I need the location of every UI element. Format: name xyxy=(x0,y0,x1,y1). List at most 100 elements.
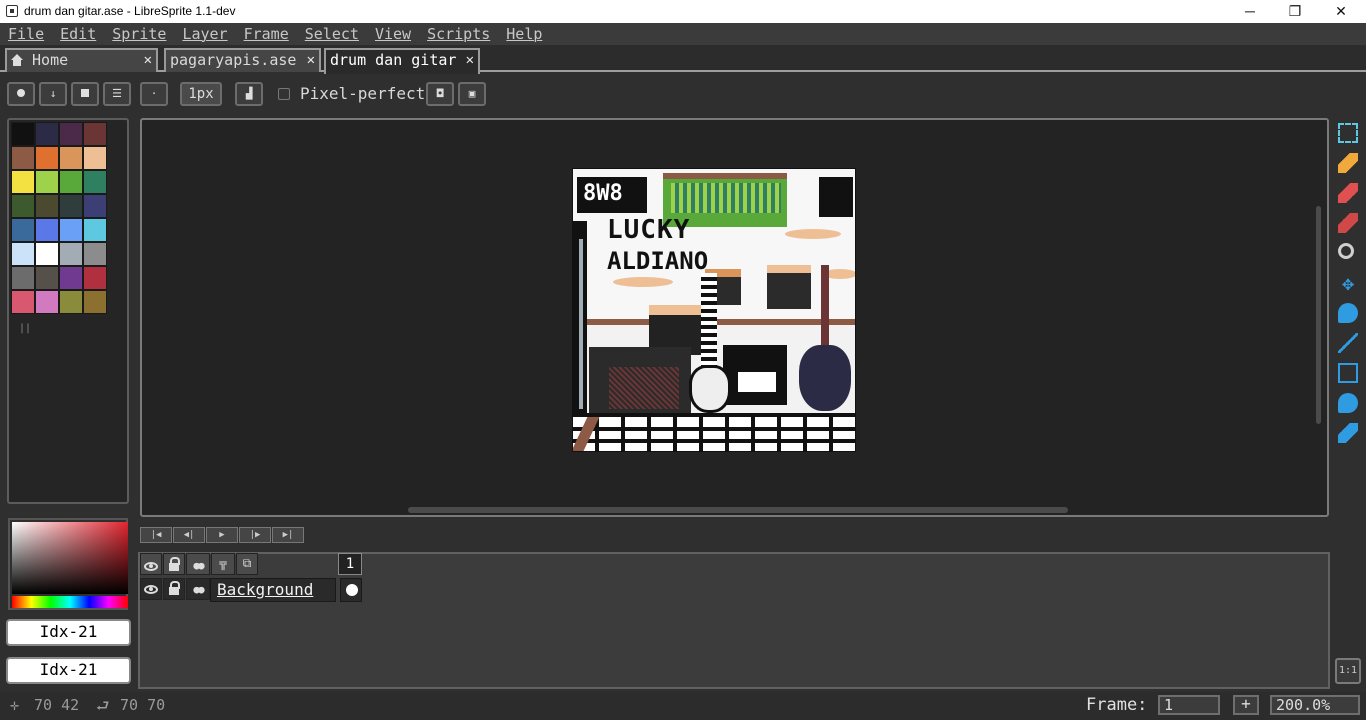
palette-swatch[interactable] xyxy=(83,242,107,266)
layer-link-header[interactable]: ⧉ xyxy=(236,553,258,575)
lock-header[interactable] xyxy=(163,553,185,575)
palette-swatch[interactable] xyxy=(83,218,107,242)
maximize-button[interactable]: ❐ xyxy=(1272,0,1318,23)
tool-eyedropper[interactable] xyxy=(1333,208,1363,238)
palette-swatch[interactable] xyxy=(83,122,107,146)
background-color-button[interactable]: Idx-21 xyxy=(6,657,131,684)
brush-square-button[interactable] xyxy=(71,82,99,106)
palette-swatch[interactable] xyxy=(83,146,107,170)
foreground-color-button[interactable]: Idx-21 xyxy=(6,619,131,646)
palette-swatch[interactable] xyxy=(59,266,83,290)
palette-swatch[interactable] xyxy=(11,266,35,290)
tab-drum-dan-gitar[interactable]: drum dan gitar ✕ xyxy=(324,48,480,74)
palette-swatch[interactable] xyxy=(11,146,35,170)
menu-edit[interactable]: Edit xyxy=(52,23,104,45)
layer-group-header[interactable]: ╦ xyxy=(211,553,235,575)
palette-swatch[interactable] xyxy=(59,290,83,314)
brush-line-button[interactable]: ↓ xyxy=(39,82,67,106)
tab-home[interactable]: Home ✕ xyxy=(5,48,158,72)
status-bar: ✛ 70 42 ⮐ 70 70 Frame: 1 + 200.0% xyxy=(0,692,1366,720)
hue-slider[interactable] xyxy=(12,596,128,608)
palette-swatch[interactable] xyxy=(83,194,107,218)
minimize-button[interactable]: ─ xyxy=(1227,0,1273,23)
palette-swatch[interactable] xyxy=(59,194,83,218)
frame-input[interactable]: 1 xyxy=(1158,695,1220,715)
tool-eraser[interactable] xyxy=(1333,178,1363,208)
menu-layer[interactable]: Layer xyxy=(174,23,235,45)
menu-sprite[interactable]: Sprite xyxy=(104,23,174,45)
layer-name-background[interactable]: Background xyxy=(210,578,336,602)
palette-swatch[interactable] xyxy=(11,290,35,314)
palette-swatch[interactable] xyxy=(83,170,107,194)
palette-swatch[interactable] xyxy=(11,242,35,266)
tool-pencil[interactable] xyxy=(1333,148,1363,178)
palette-swatch[interactable] xyxy=(59,242,83,266)
brush-circle-button[interactable] xyxy=(7,82,35,106)
frame-header-1[interactable]: 1 xyxy=(338,553,362,575)
palette-swatch[interactable] xyxy=(35,218,59,242)
tool-move[interactable]: ✥ xyxy=(1333,268,1363,298)
play-button[interactable]: ▶ xyxy=(206,527,238,543)
menu-help[interactable]: Help xyxy=(498,23,550,45)
palette-swatch[interactable] xyxy=(59,170,83,194)
horizontal-scrollbar[interactable] xyxy=(408,507,1068,513)
palette-swatch[interactable] xyxy=(35,122,59,146)
tool-contour[interactable] xyxy=(1333,388,1363,418)
last-frame-button[interactable]: ▶| xyxy=(272,527,304,543)
new-frame-button[interactable]: + xyxy=(1233,695,1259,715)
layer-visibility-toggle[interactable] xyxy=(140,578,162,600)
timeline-ratio-button[interactable]: 1:1 xyxy=(1335,658,1361,684)
tab-pagaryapis[interactable]: pagaryapis.ase ✕ xyxy=(164,48,321,72)
continuous-header[interactable]: ●● xyxy=(186,553,210,575)
palette-swatch[interactable] xyxy=(35,170,59,194)
tool-blur[interactable] xyxy=(1333,418,1363,448)
tool-rectangle[interactable] xyxy=(1333,358,1363,388)
close-window-button[interactable]: ✕ xyxy=(1318,0,1364,23)
menu-scripts[interactable]: Scripts xyxy=(419,23,498,45)
palette-swatch[interactable] xyxy=(59,218,83,242)
layer-continuous-toggle[interactable]: ●● xyxy=(186,578,210,600)
palette-swatch[interactable] xyxy=(35,146,59,170)
palette-resize-grip[interactable]: || xyxy=(19,323,31,334)
brush-size-field[interactable]: 1px xyxy=(180,82,222,106)
tab-pagaryapis-close-icon[interactable]: ✕ xyxy=(307,50,315,70)
palette-swatch[interactable] xyxy=(83,290,107,314)
layer-lock-toggle[interactable] xyxy=(163,578,185,600)
pivot-button[interactable]: ◘ xyxy=(426,82,454,106)
zoom-field[interactable]: 200.0% xyxy=(1270,695,1360,715)
pixel-perfect-checkbox[interactable] xyxy=(278,88,290,100)
tool-rectangular-marquee[interactable] xyxy=(1333,118,1363,148)
first-frame-button[interactable]: |◀ xyxy=(140,527,172,543)
ink-type-button[interactable]: ▟ xyxy=(235,82,263,106)
palette-swatch[interactable] xyxy=(83,266,107,290)
sprite-canvas[interactable]: 8W8 LUCKY ALDIANO xyxy=(572,168,856,452)
menu-select[interactable]: Select xyxy=(297,23,367,45)
next-frame-button[interactable]: |▶ xyxy=(239,527,271,543)
palette-swatch[interactable] xyxy=(11,194,35,218)
tab-drum-dan-gitar-close-icon[interactable]: ✕ xyxy=(466,50,474,70)
menu-frame[interactable]: Frame xyxy=(236,23,297,45)
palette-swatch[interactable] xyxy=(11,218,35,242)
previous-frame-button[interactable]: ◀| xyxy=(173,527,205,543)
menu-file[interactable]: File xyxy=(0,23,52,45)
palette-swatch[interactable] xyxy=(35,242,59,266)
vertical-scrollbar[interactable] xyxy=(1316,206,1321,424)
menu-view[interactable]: View xyxy=(367,23,419,45)
tab-home-close-icon[interactable]: ✕ xyxy=(144,50,152,70)
palette-swatch[interactable] xyxy=(11,122,35,146)
brush-dot-button[interactable]: · xyxy=(140,82,168,106)
palette-swatch[interactable] xyxy=(11,170,35,194)
tool-paint-bucket[interactable] xyxy=(1333,298,1363,328)
tool-line[interactable] xyxy=(1333,328,1363,358)
transparent-color-button[interactable]: ▣ xyxy=(458,82,486,106)
palette-swatch[interactable] xyxy=(59,146,83,170)
visibility-header[interactable] xyxy=(140,553,162,575)
tool-zoom[interactable] xyxy=(1333,238,1363,268)
palette-swatch[interactable] xyxy=(35,290,59,314)
palette-swatch[interactable] xyxy=(59,122,83,146)
brush-menu-button[interactable]: ☰ xyxy=(103,82,131,106)
cel-background-frame-1[interactable] xyxy=(340,578,362,602)
palette-swatch[interactable] xyxy=(35,194,59,218)
saturation-value-field[interactable] xyxy=(12,522,128,594)
palette-swatch[interactable] xyxy=(35,266,59,290)
